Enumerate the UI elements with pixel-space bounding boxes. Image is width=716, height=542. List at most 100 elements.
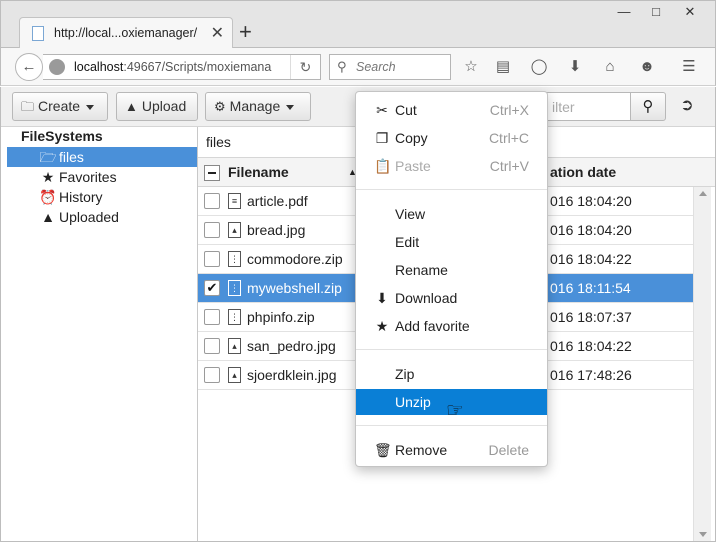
menu-item-label: Copy bbox=[395, 130, 428, 146]
folder-icon: 🗁 bbox=[39, 149, 57, 165]
manage-label: Manage bbox=[229, 98, 281, 114]
zip-icon: ⋮ bbox=[228, 280, 241, 296]
pocket-icon[interactable]: ◯ bbox=[527, 55, 551, 79]
download-arrow-icon[interactable]: ⬇ bbox=[563, 55, 587, 79]
menu-item-label: Edit bbox=[395, 234, 420, 250]
browser-titlebar: — □ ✕ http://local...oxiemanager/ ✕ + bbox=[0, 0, 716, 49]
menu-item-label: Download bbox=[395, 290, 458, 306]
create-label: Create bbox=[38, 98, 81, 114]
menu-item-add-favorite[interactable]: ★ Add favorite bbox=[356, 313, 547, 339]
scroll-down-icon[interactable] bbox=[699, 532, 707, 537]
filter-input[interactable]: ilter bbox=[539, 92, 631, 121]
file-name: commodore.zip bbox=[247, 251, 343, 267]
tree-item-favorites[interactable]: ★ Favorites bbox=[7, 167, 197, 187]
menu-item-shortcut: Ctrl+X bbox=[489, 102, 529, 118]
minimize-icon[interactable]: — bbox=[609, 1, 639, 23]
url-text[interactable]: localhost:49667/Scripts/moxiemana bbox=[74, 60, 271, 74]
menu-item-view[interactable]: View bbox=[356, 201, 547, 227]
column-header-date[interactable]: ation date bbox=[550, 164, 616, 180]
upload-label: Upload bbox=[141, 98, 187, 114]
file-name: phpinfo.zip bbox=[247, 309, 315, 325]
logout-icon[interactable]: ➲ bbox=[675, 94, 699, 118]
vertical-scrollbar[interactable] bbox=[693, 187, 711, 541]
menu-item-shortcut: Ctrl+V bbox=[489, 158, 529, 174]
file-date: 016 18:04:20 bbox=[550, 193, 632, 209]
maximize-icon[interactable]: □ bbox=[641, 1, 671, 23]
row-checkbox[interactable] bbox=[204, 222, 220, 238]
menu-item-label: Rename bbox=[395, 262, 448, 278]
new-tab-icon[interactable]: + bbox=[239, 19, 252, 45]
manage-button[interactable]: ⚙ Manage bbox=[205, 92, 311, 121]
create-button[interactable]: 🗀 Create bbox=[12, 92, 108, 121]
menu-item-copy[interactable]: ❐ Copy Ctrl+C bbox=[356, 125, 547, 151]
tree-root-label: FileSystems bbox=[21, 128, 103, 144]
menu-item-edit[interactable]: Edit bbox=[356, 229, 547, 255]
file-name: mywebshell.zip bbox=[247, 280, 342, 296]
gear-icon: ⚙ bbox=[214, 99, 226, 114]
row-checkbox[interactable] bbox=[204, 338, 220, 354]
upload-button[interactable]: ▲ Upload bbox=[116, 92, 198, 121]
globe-icon bbox=[49, 59, 65, 75]
file-date: 016 18:04:20 bbox=[550, 222, 632, 238]
menu-item-cut[interactable]: ✂ Cut Ctrl+X bbox=[356, 97, 547, 123]
bookmark-star-icon[interactable]: ☆ bbox=[459, 55, 483, 79]
file-date: 016 18:04:22 bbox=[550, 338, 632, 354]
filesystem-tree: FileSystems 🗁 files ★ Favorites ⏰ History ▲… bbox=[1, 127, 198, 541]
menu-divider bbox=[356, 189, 547, 190]
close-window-icon[interactable]: ✕ bbox=[675, 1, 705, 23]
menu-divider bbox=[356, 349, 547, 350]
clipboard-icon: 📋 bbox=[374, 158, 392, 174]
url-bar[interactable]: localhost:49667/Scripts/moxiemana ↻ bbox=[43, 54, 321, 80]
menu-item-label: Zip bbox=[395, 366, 415, 382]
tree-item-history[interactable]: ⏰ History bbox=[7, 187, 197, 207]
tree-item-files[interactable]: 🗁 files bbox=[7, 147, 197, 167]
file-date: 016 18:07:37 bbox=[550, 309, 632, 325]
file-name: bread.jpg bbox=[247, 222, 306, 238]
menu-item-paste[interactable]: 📋 Paste Ctrl+V bbox=[356, 153, 547, 179]
search-icon: ⚲ bbox=[337, 59, 347, 74]
row-checkbox[interactable] bbox=[204, 367, 220, 383]
menu-item-label: Remove bbox=[395, 442, 448, 458]
menu-item-remove[interactable]: 🗑 Remove Delete bbox=[356, 437, 547, 463]
column-header-filename[interactable]: Filename bbox=[228, 164, 289, 180]
file-name: article.pdf bbox=[247, 193, 308, 209]
image-icon: ▴ bbox=[228, 367, 241, 383]
current-path: files bbox=[206, 134, 231, 150]
download-icon: ⬇ bbox=[376, 290, 388, 306]
chevron-down-icon bbox=[86, 104, 95, 110]
browser-tab[interactable]: http://local...oxiemanager/ ✕ bbox=[19, 17, 233, 49]
scissors-icon: ✂ bbox=[376, 102, 388, 118]
tree-item-label: History bbox=[59, 189, 103, 205]
row-checkbox[interactable] bbox=[204, 309, 220, 325]
smiley-icon[interactable]: ☻ bbox=[635, 55, 659, 79]
hamburger-menu-icon[interactable]: ☰ bbox=[677, 55, 701, 79]
menu-item-zip[interactable]: Zip bbox=[356, 361, 547, 387]
menu-divider bbox=[356, 425, 547, 426]
file-date: 016 18:04:22 bbox=[550, 251, 632, 267]
menu-item-shortcut: Delete bbox=[488, 442, 529, 458]
file-date: 016 18:11:54 bbox=[550, 280, 631, 296]
row-checkbox[interactable] bbox=[204, 193, 220, 209]
folder-plus-icon: 🗀 bbox=[21, 99, 35, 114]
back-arrow-icon[interactable]: ← bbox=[15, 53, 43, 81]
tree-item-uploaded[interactable]: ▲ Uploaded bbox=[7, 207, 197, 227]
menu-item-rename[interactable]: Rename bbox=[356, 257, 547, 283]
reading-list-icon[interactable]: ▤ bbox=[491, 55, 515, 79]
row-checkbox[interactable]: ✔ bbox=[204, 280, 220, 296]
upload-icon: ▲ bbox=[125, 99, 138, 114]
file-name: san_pedro.jpg bbox=[247, 338, 336, 354]
chevron-down-icon bbox=[286, 104, 295, 110]
filter-search-button[interactable]: ⚲ bbox=[630, 92, 666, 121]
trash-icon: 🗑 bbox=[374, 442, 392, 458]
row-checkbox[interactable] bbox=[204, 251, 220, 267]
reload-icon[interactable]: ↻ bbox=[290, 55, 320, 79]
browser-search-input[interactable]: ⚲ Search bbox=[329, 54, 451, 80]
select-all-checkbox[interactable] bbox=[204, 165, 220, 181]
page-favicon-icon bbox=[32, 26, 44, 41]
tab-close-icon[interactable]: ✕ bbox=[211, 23, 224, 43]
home-icon[interactable]: ⌂ bbox=[598, 55, 622, 79]
menu-item-download[interactable]: ⬇ Download bbox=[356, 285, 547, 311]
scroll-up-icon[interactable] bbox=[699, 191, 707, 196]
navigation-bar: ← localhost:49667/Scripts/moxiemana ↻ ⚲ … bbox=[0, 48, 716, 86]
image-icon: ▴ bbox=[228, 338, 241, 354]
